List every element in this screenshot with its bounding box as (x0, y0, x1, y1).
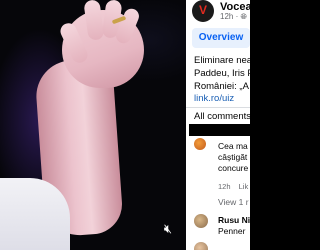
post-meta: 12h · 🌐︎ (220, 12, 247, 22)
post-text-line: Paddeu, Iris Pa (194, 68, 250, 79)
like-link[interactable]: Lik (239, 182, 249, 191)
globe-icon: · 🌐︎ (235, 12, 247, 21)
tab-overview[interactable]: Overview (192, 28, 250, 48)
speaker-muted-icon[interactable]: 🔇︎ (160, 221, 176, 237)
redacted-bar (189, 124, 250, 136)
post-text: Eliminare neaș Paddeu, Iris Pa României:… (194, 54, 250, 93)
vocea-logo-icon[interactable]: V (192, 0, 214, 22)
all-comments-label: All comments (194, 111, 250, 122)
avatar[interactable] (194, 214, 208, 228)
post-link[interactable]: link.ro/uiz (194, 93, 234, 104)
comment-meta: 12h Lik (218, 182, 248, 191)
post-text-line: României: „A a (194, 81, 250, 92)
comment-author[interactable]: Rusu Nic (218, 215, 250, 225)
avatar[interactable] (194, 138, 206, 150)
view-replies-link[interactable]: View 1 r (218, 197, 249, 207)
comment-line: Cea ma (218, 141, 248, 151)
comment-time: 12h (218, 182, 231, 191)
divider (186, 107, 250, 108)
video-player[interactable]: 🔇︎ (0, 0, 186, 250)
avatar[interactable] (194, 242, 208, 250)
post-panel: V Vocea Românie 12h · 🌐︎ Overview Elimin… (186, 0, 250, 250)
post-text-line: Eliminare neaș (194, 55, 250, 66)
post-time[interactable]: 12h (220, 12, 233, 21)
comment-line: câștigăt (218, 152, 248, 162)
comment-text: Cea ma câștigăt concure (218, 141, 248, 174)
all-comments-toggle[interactable]: All comments (194, 111, 250, 122)
comment-text: Penner (218, 226, 246, 236)
comment-line: concure (218, 163, 249, 173)
